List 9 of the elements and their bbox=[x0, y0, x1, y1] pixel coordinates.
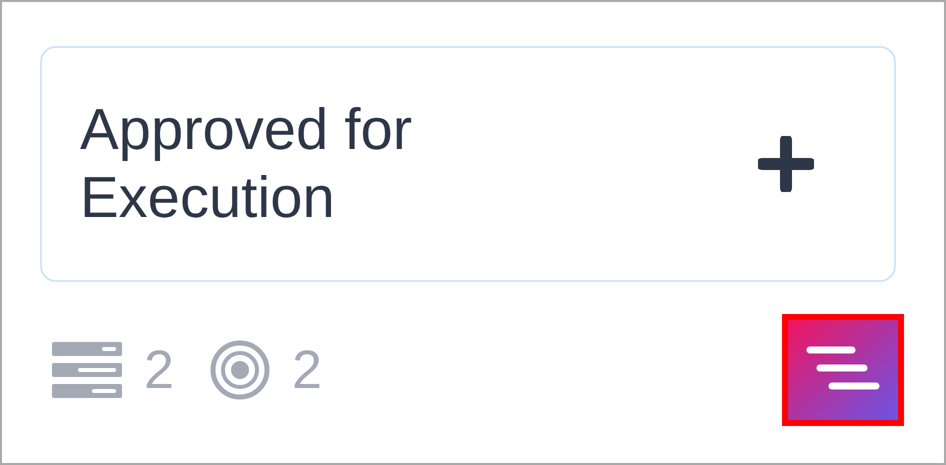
card-title: Approved for Execution bbox=[80, 96, 414, 232]
plus-icon[interactable] bbox=[758, 136, 814, 192]
align-icon bbox=[806, 346, 880, 390]
target-icon bbox=[210, 340, 270, 400]
count: 2 bbox=[144, 339, 174, 401]
count: 2 bbox=[292, 339, 322, 401]
menu-button[interactable] bbox=[782, 314, 904, 426]
server-icon bbox=[52, 342, 122, 398]
card[interactable]: Approved for Execution bbox=[40, 46, 896, 282]
